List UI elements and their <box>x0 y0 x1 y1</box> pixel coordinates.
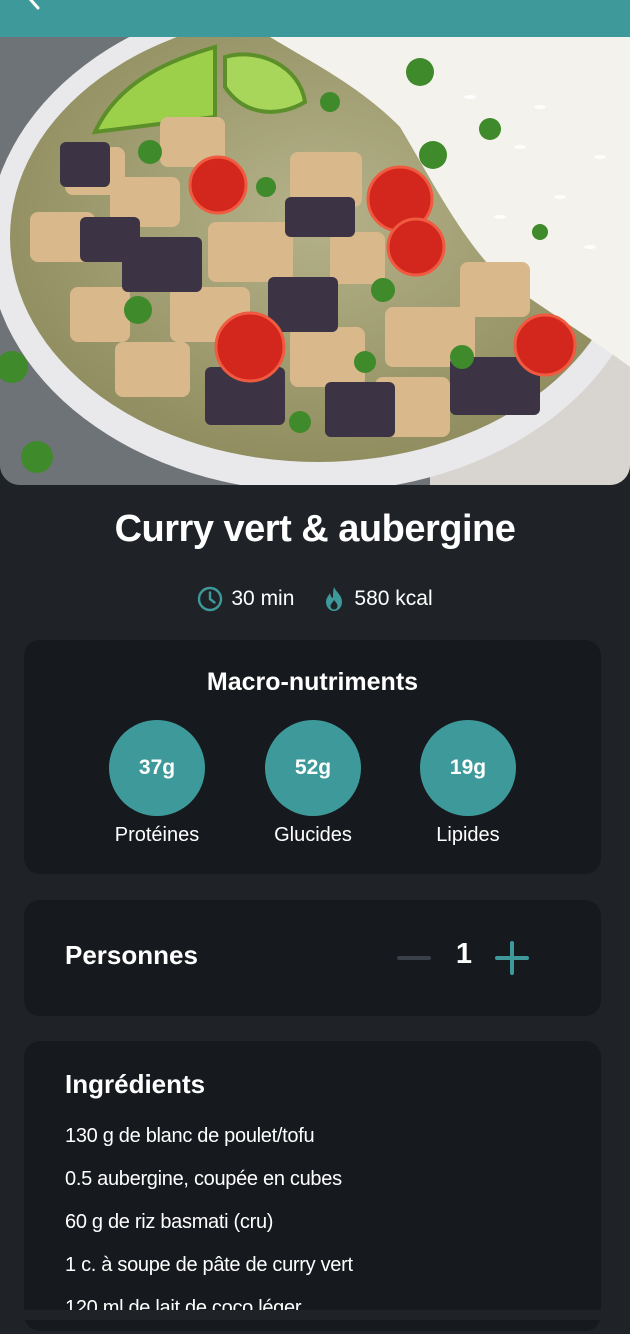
ingredients-title: Ingrédients <box>65 1069 206 1099</box>
curry-dish-illustration <box>0 37 630 485</box>
bottom-edge <box>0 1310 630 1320</box>
time-info: 30 min <box>197 586 294 612</box>
macro-proteins-label: Protéines <box>114 824 200 846</box>
macro-proteins: 37g Protéines <box>97 720 217 847</box>
macro-carbs-value: 52g <box>265 720 361 816</box>
macro-carbs-label: Glucides <box>274 824 352 846</box>
recipe-hero-image <box>0 37 630 485</box>
macros-card: Macro-nutriments 37g Protéines 52g Gluci… <box>24 640 601 874</box>
macro-fats: 19g Lipides <box>408 720 528 847</box>
ingredient-item: 1 c. à soupe de pâte de curry vert <box>65 1254 353 1276</box>
servings-count: 1 <box>455 938 473 970</box>
recipe-meta: 30 min 580 kcal <box>0 582 630 616</box>
increase-servings-button[interactable] <box>494 940 530 976</box>
ingredients-list: 130 g de blanc de poulet/tofu 0.5 auberg… <box>65 1119 353 1334</box>
macro-carbs: 52g Glucides <box>253 720 373 847</box>
macro-fats-label: Lipides <box>436 824 500 846</box>
decrease-servings-button[interactable] <box>397 944 431 972</box>
top-bar <box>0 0 630 37</box>
back-button[interactable] <box>22 0 48 12</box>
cooking-time: 30 min <box>231 587 295 610</box>
calories: 580 kcal <box>354 587 433 610</box>
ingredient-item: 0.5 aubergine, coupée en cubes <box>65 1168 342 1190</box>
ingredient-item: 130 g de blanc de poulet/tofu <box>65 1125 315 1147</box>
servings-label: Personnes <box>65 940 198 970</box>
recipe-title: Curry vert & aubergine <box>114 508 516 550</box>
macro-fats-value: 19g <box>420 720 516 816</box>
servings-card: Personnes 1 <box>24 900 601 1016</box>
macros-title: Macro-nutriments <box>206 668 419 696</box>
macro-proteins-value: 37g <box>109 720 205 816</box>
ingredients-card: Ingrédients 130 g de blanc de poulet/tof… <box>24 1041 601 1331</box>
calories-info: 580 kcal <box>322 586 433 612</box>
plus-icon <box>495 941 529 975</box>
clock-icon <box>198 586 223 612</box>
chevron-left-icon <box>28 0 40 10</box>
ingredient-item: 60 g de riz basmati (cru) <box>65 1211 274 1233</box>
flame-icon <box>326 587 343 611</box>
